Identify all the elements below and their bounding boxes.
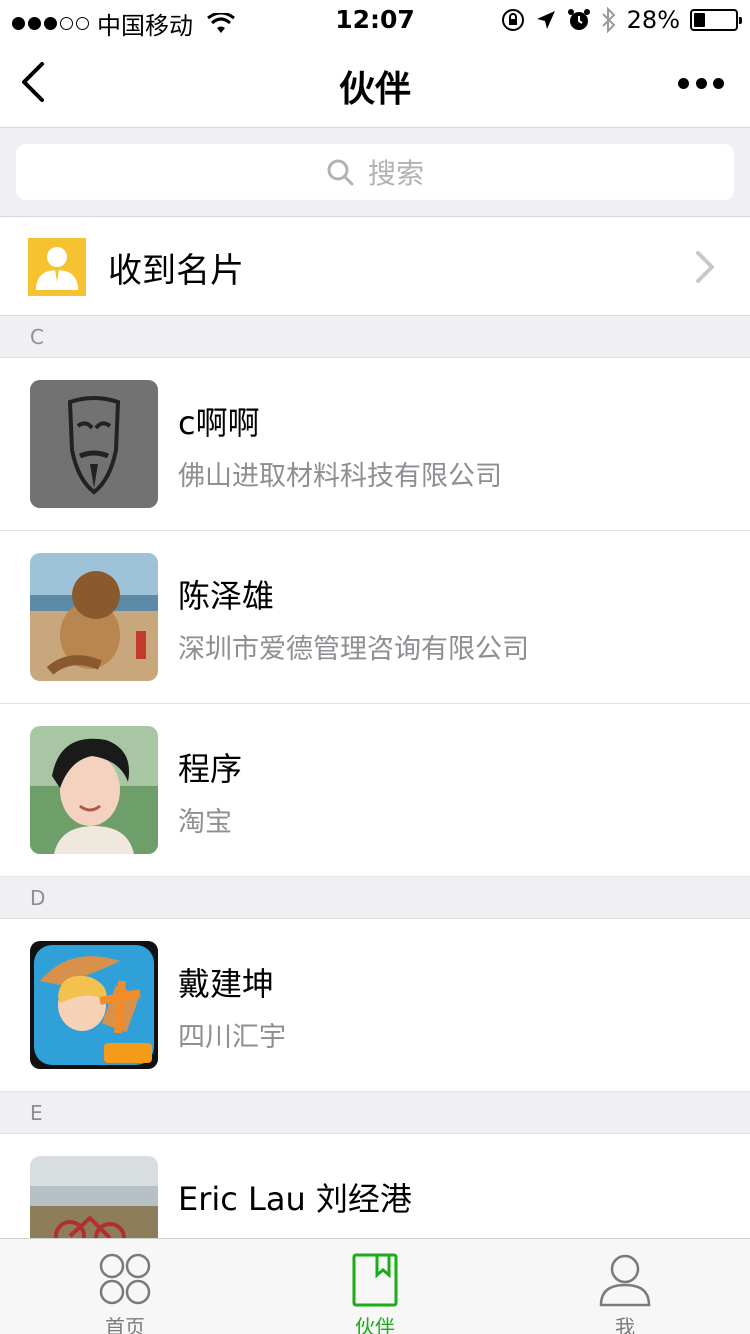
- received-cards-label: 收到名片: [108, 251, 244, 291]
- contact-row[interactable]: 戴建坤 四川汇宇: [0, 919, 750, 1092]
- tab-label: 我: [615, 1315, 635, 1334]
- navigation-bar: 伙伴: [0, 40, 750, 128]
- tab-me[interactable]: 我: [500, 1239, 750, 1334]
- bluetooth-icon: [601, 7, 616, 33]
- location-arrow-icon: [536, 11, 555, 29]
- tab-partners[interactable]: 伙伴: [250, 1239, 500, 1334]
- avatar: [30, 726, 158, 854]
- search-placeholder: 搜索: [367, 157, 424, 190]
- contact-company: 深圳市爱德管理咨询有限公司: [178, 634, 529, 665]
- tab-bar: 首页 伙伴 我: [0, 1238, 750, 1334]
- section-header-e: E: [0, 1092, 750, 1134]
- tab-label: 首页: [105, 1315, 145, 1334]
- alarm-icon: [567, 9, 590, 30]
- contact-name: c啊啊: [178, 404, 260, 442]
- contact-name: Eric Lau 刘经港: [178, 1180, 412, 1218]
- orientation-lock-icon: [501, 9, 524, 31]
- status-right: 28%: [501, 6, 742, 34]
- search-input[interactable]: 搜索: [16, 144, 734, 200]
- contact-company: 佛山进取材料科技有限公司: [178, 461, 502, 492]
- received-cards-row[interactable]: 收到名片: [0, 216, 750, 316]
- contact-name: 戴建坤: [178, 965, 275, 1003]
- avatar: [30, 941, 158, 1069]
- contact-name: 程序: [178, 750, 243, 788]
- page-title: 伙伴: [338, 69, 411, 110]
- avatar: [30, 553, 158, 681]
- search-bar-container: 搜索: [0, 128, 750, 216]
- battery-percent: 28%: [626, 6, 680, 34]
- section-header-c: C: [0, 316, 750, 358]
- battery-icon: [690, 9, 742, 31]
- person-icon: [599, 1254, 651, 1307]
- contact-row[interactable]: c啊啊 佛山进取材料科技有限公司: [0, 358, 750, 531]
- search-icon: [327, 159, 354, 186]
- avatar: [30, 380, 158, 508]
- contact-company: 四川汇宇: [178, 1022, 286, 1053]
- tab-home[interactable]: 首页: [0, 1239, 250, 1334]
- contact-row[interactable]: 程序 淘宝: [0, 704, 750, 877]
- status-bar: 中国移动 12:07 28%: [0, 0, 750, 40]
- contact-company: 淘宝: [178, 807, 232, 838]
- grid-circles-icon: [99, 1253, 151, 1305]
- section-header-d: D: [0, 877, 750, 919]
- contact-book-icon: [352, 1253, 398, 1307]
- battery-level: [694, 13, 705, 27]
- more-dot-icon: [713, 77, 724, 89]
- more-options-button[interactable]: [678, 70, 724, 96]
- contact-row[interactable]: 陈泽雄 深圳市爱德管理咨询有限公司: [0, 531, 750, 704]
- more-dot-icon: [678, 77, 689, 89]
- tab-label: 伙伴: [355, 1315, 395, 1334]
- more-dot-icon: [695, 77, 707, 89]
- business-card-icon: [28, 238, 86, 296]
- chevron-right-icon: [696, 251, 714, 283]
- contact-name: 陈泽雄: [178, 577, 275, 615]
